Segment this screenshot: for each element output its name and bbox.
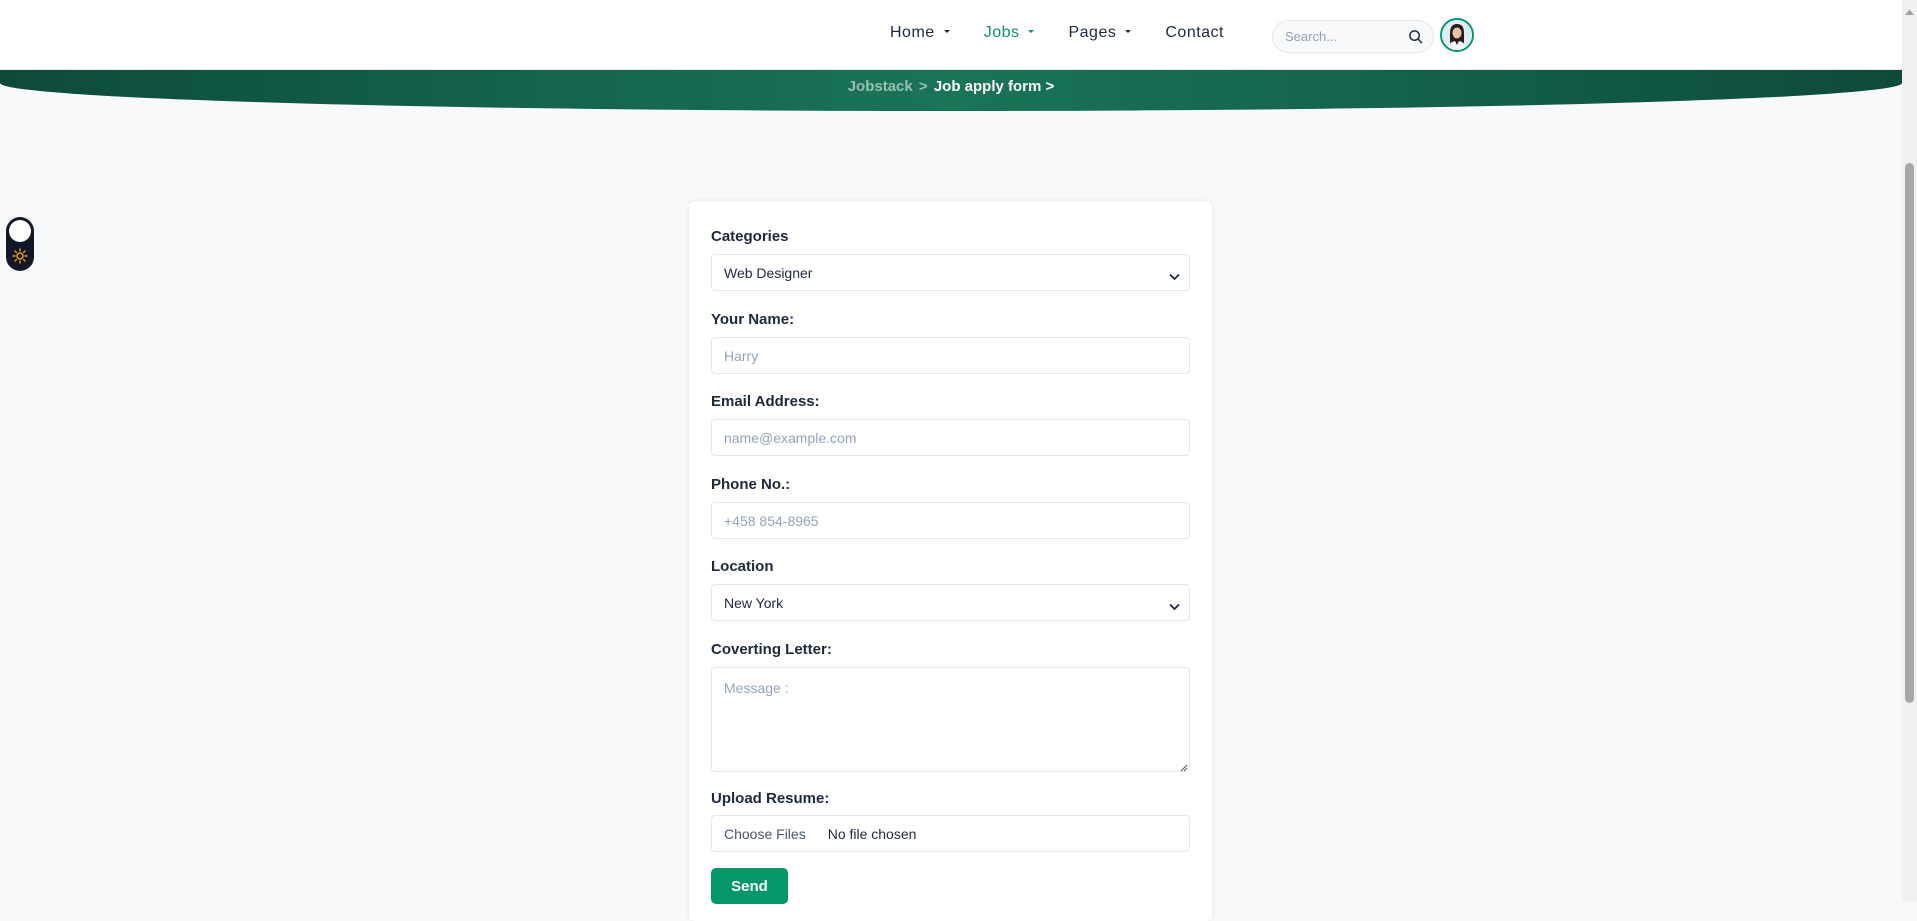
job-apply-form: Categories Web Designer Your Name: Email… — [689, 201, 1212, 921]
nav-jobs[interactable]: Jobs — [984, 24, 1035, 42]
send-button[interactable]: Send — [711, 868, 788, 904]
resume-label: Upload Resume: — [711, 790, 830, 807]
name-field[interactable] — [711, 337, 1190, 374]
search-box — [1272, 20, 1434, 53]
letter-label: Coverting Letter: — [711, 641, 832, 658]
nav-contact[interactable]: Contact — [1165, 24, 1224, 42]
nav-pages[interactable]: Pages — [1068, 24, 1132, 42]
user-avatar[interactable] — [1440, 18, 1474, 52]
nav-home-label: Home — [890, 24, 935, 41]
nav-jobs-label: Jobs — [983, 24, 1020, 41]
breadcrumb-separator: > — [1045, 78, 1055, 95]
choose-files-button[interactable]: Choose Files — [724, 826, 806, 842]
nav-home[interactable]: Home — [890, 24, 950, 42]
phone-label: Phone No.: — [711, 476, 791, 493]
sun-icon — [12, 248, 28, 269]
email-label: Email Address: — [711, 393, 820, 410]
file-status: No file chosen — [827, 825, 917, 842]
name-label: Your Name: — [711, 311, 795, 328]
scroll-up-arrow-icon[interactable] — [1905, 3, 1914, 21]
breadcrumb-current: Job apply form — [933, 78, 1042, 95]
categories-select[interactable]: Web Designer — [711, 254, 1190, 291]
email-field[interactable] — [711, 419, 1190, 456]
location-select-wrap: New York — [711, 584, 1190, 621]
search-input[interactable] — [1283, 28, 1407, 45]
breadcrumb-separator: > — [918, 78, 928, 95]
phone-field[interactable] — [711, 502, 1190, 539]
breadcrumb: Jobstack > Job apply form > — [0, 78, 1902, 95]
theme-toggle[interactable] — [6, 217, 34, 271]
location-select[interactable]: New York — [711, 584, 1190, 621]
caret-down-icon — [943, 30, 950, 33]
main-nav: Home Jobs Pages Contact — [890, 24, 1258, 42]
nav-pages-label: Pages — [1068, 24, 1117, 41]
letter-textarea[interactable] — [711, 667, 1190, 772]
caret-down-icon — [1028, 30, 1035, 33]
breadcrumb-home[interactable]: Jobstack — [848, 78, 913, 95]
caret-down-icon — [1125, 30, 1132, 33]
scrollbar-thumb[interactable] — [1905, 163, 1914, 703]
nav-contact-label: Contact — [1165, 24, 1224, 41]
location-label: Location — [711, 558, 774, 575]
top-navbar: Home Jobs Pages Contact — [0, 0, 1902, 70]
page-hero: Jobstack > Job apply form > — [0, 69, 1902, 111]
resize-grip-icon[interactable] — [1180, 759, 1188, 777]
page-scrollbar[interactable] — [1902, 0, 1917, 902]
categories-label: Categories — [711, 228, 789, 245]
resume-file-input[interactable]: Choose Files No file chosen — [711, 815, 1190, 852]
search-icon[interactable] — [1408, 29, 1423, 49]
categories-select-wrap: Web Designer — [711, 254, 1190, 291]
toggle-knob — [9, 220, 31, 242]
